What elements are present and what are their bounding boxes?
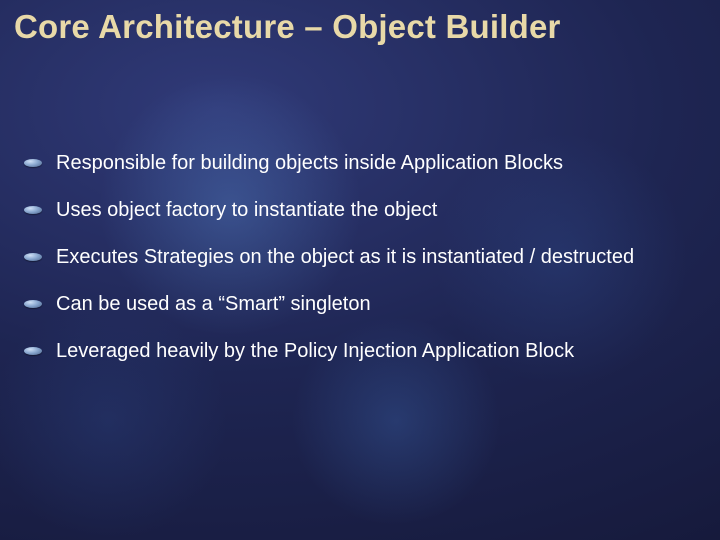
bullet-text: Leveraged heavily by the Policy Injectio…	[56, 328, 680, 375]
slide: Core Architecture – Object Builder Respo…	[0, 0, 720, 540]
bullet-icon	[24, 253, 42, 261]
bullet-text: Can be used as a “Smart” singleton	[56, 281, 680, 328]
bullet-text: Uses object factory to instantiate the o…	[56, 187, 680, 234]
bullet-icon	[24, 300, 42, 308]
bullet-icon	[24, 159, 42, 167]
list-item: Executes Strategies on the object as it …	[54, 234, 680, 281]
bullet-text: Executes Strategies on the object as it …	[56, 234, 680, 281]
bullet-text: Responsible for building objects inside …	[56, 140, 680, 187]
bullet-icon	[24, 347, 42, 355]
list-item: Uses object factory to instantiate the o…	[54, 187, 680, 234]
bullet-icon	[24, 206, 42, 214]
slide-body: Responsible for building objects inside …	[54, 140, 680, 375]
list-item: Can be used as a “Smart” singleton	[54, 281, 680, 328]
list-item: Responsible for building objects inside …	[54, 140, 680, 187]
list-item: Leveraged heavily by the Policy Injectio…	[54, 328, 680, 375]
slide-title: Core Architecture – Object Builder	[14, 8, 706, 46]
